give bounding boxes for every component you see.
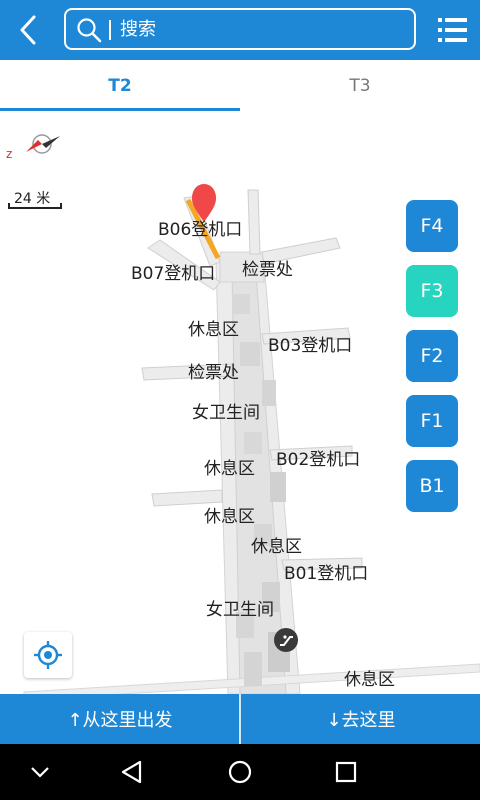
tab-indicator — [0, 108, 240, 111]
go-here-button[interactable]: ↓去这里 — [241, 694, 480, 744]
map-label-b07[interactable]: B07登机口 — [131, 264, 215, 284]
map-label-rest-5[interactable]: 休息区 — [344, 670, 395, 690]
back-triangle-icon[interactable] — [116, 756, 148, 788]
home-circle-icon[interactable] — [224, 756, 256, 788]
svg-text:z: z — [6, 147, 12, 161]
tab-t3[interactable]: T3 — [240, 60, 480, 112]
floor-button-f4[interactable]: F4 — [406, 200, 458, 252]
map-label-b06[interactable]: B06登机口 — [158, 220, 242, 240]
map-label-b03[interactable]: B03登机口 — [268, 336, 352, 356]
escalator-icon[interactable] — [274, 628, 298, 652]
search-icon — [77, 18, 102, 43]
map-label-checkin-2[interactable]: 检票处 — [188, 363, 239, 383]
map-label-restroom-2[interactable]: 女卫生间 — [206, 600, 274, 620]
search-input[interactable] — [120, 14, 400, 44]
recents-square-icon[interactable] — [330, 756, 362, 788]
map-scale: 24 米 — [8, 188, 64, 210]
list-icon — [438, 18, 467, 42]
chevron-left-icon — [20, 15, 36, 45]
map-label-rest-1[interactable]: 休息区 — [188, 320, 239, 340]
tab-t2[interactable]: T2 — [0, 60, 240, 112]
terminal-tabs: T2 T3 — [0, 60, 480, 112]
map-label-restroom-1[interactable]: 女卫生间 — [192, 403, 260, 423]
system-nav-bar — [0, 744, 480, 800]
floor-button-f2[interactable]: F2 — [406, 330, 458, 382]
chevron-down-icon[interactable] — [24, 756, 56, 788]
floor-button-f1[interactable]: F1 — [406, 395, 458, 447]
route-action-bar: ↑从这里出发 ↓去这里 — [0, 694, 480, 744]
map-label-b02[interactable]: B02登机口 — [276, 450, 360, 470]
start-from-here-button[interactable]: ↑从这里出发 — [0, 694, 240, 744]
top-bar — [0, 0, 480, 60]
floor-button-f3[interactable]: F3 — [406, 265, 458, 317]
map-label-rest-4[interactable]: 休息区 — [251, 537, 302, 557]
scale-bar — [8, 203, 62, 209]
floor-button-b1[interactable]: B1 — [406, 460, 458, 512]
search-box[interactable] — [64, 8, 416, 50]
map-label-rest-2[interactable]: 休息区 — [204, 459, 255, 479]
back-button[interactable] — [10, 10, 46, 50]
indoor-map[interactable]: z 24 米 B06登机口 B07登机口 检票处 休息区 B03登机口 检票处 … — [0, 112, 480, 694]
map-label-checkin-1[interactable]: 检票处 — [242, 260, 293, 280]
map-label-b01[interactable]: B01登机口 — [284, 564, 368, 584]
menu-button[interactable] — [434, 12, 472, 48]
locate-icon — [34, 641, 62, 669]
locate-button[interactable] — [24, 632, 72, 678]
map-label-rest-3[interactable]: 休息区 — [204, 507, 255, 527]
compass-icon[interactable]: z — [4, 124, 64, 164]
search-caret — [109, 20, 111, 40]
